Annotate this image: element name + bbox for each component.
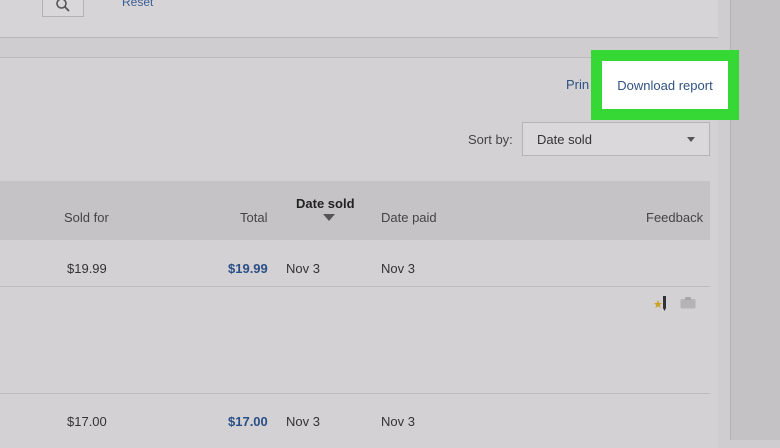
sort-selected-value: Date sold [537,131,592,147]
cell-date-sold: Nov 3 [286,414,320,429]
column-header-sold-for: Sold for [64,210,109,225]
cell-total[interactable]: $17.00 [228,414,268,429]
star-pencil-icon[interactable] [654,295,668,311]
download-report-link[interactable]: Download report [617,78,712,93]
feedback-actions [654,295,696,311]
download-report-highlight: Download report [591,50,739,120]
cell-sold-for: $17.00 [67,414,107,429]
search-icon [56,0,70,12]
search-panel: Reset [0,0,718,38]
cell-sold-for: $19.99 [67,261,107,276]
column-header-total: Total [240,210,268,225]
sort-label: Sort by: [468,132,513,147]
row-divider [0,286,710,287]
download-report-box: Download report [602,61,728,109]
cell-date-sold: Nov 3 [286,261,320,276]
print-link[interactable]: Prin [566,77,589,92]
column-header-feedback: Feedback [646,210,704,225]
cell-total[interactable]: $19.99 [228,261,268,276]
column-header-date-sold[interactable]: Date sold [296,196,355,211]
search-button[interactable] [42,0,84,17]
sort-dropdown[interactable]: Date sold [522,122,710,156]
package-icon[interactable] [680,297,696,309]
reset-link[interactable]: Reset [122,0,153,9]
chevron-down-icon [687,136,695,142]
column-header-date-paid: Date paid [381,210,437,225]
sort-descending-icon [323,214,335,221]
row-divider [0,393,710,394]
cell-date-paid: Nov 3 [381,261,415,276]
cell-date-paid: Nov 3 [381,414,415,429]
